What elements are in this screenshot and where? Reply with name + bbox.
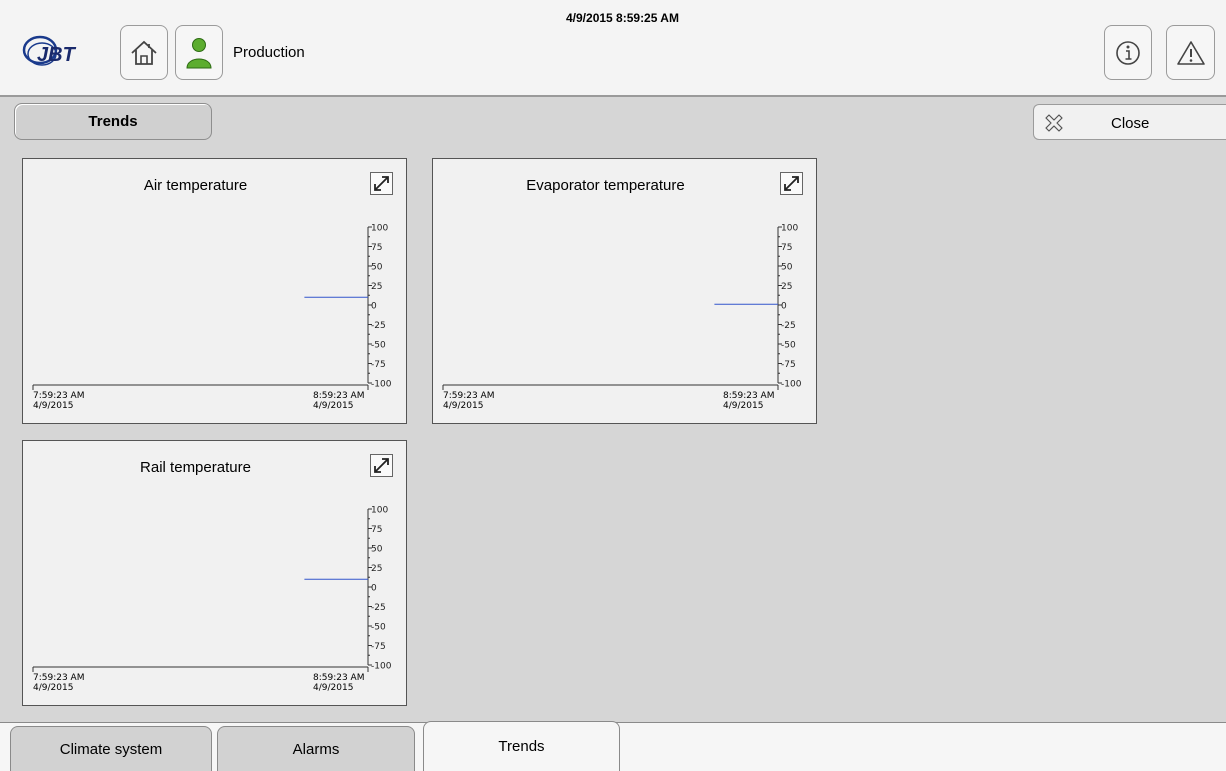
tab-label: Climate system	[59, 740, 163, 758]
section-title: Trends	[88, 113, 138, 130]
y-tick-label: 100	[781, 224, 798, 234]
user-role-label: Production	[233, 44, 305, 61]
y-tick-label: -25	[371, 321, 386, 331]
close-button[interactable]: Close	[1033, 104, 1226, 140]
x-start-label: 7:59:23 AM 4/9/2015	[33, 673, 85, 693]
section-title-chip: Trends	[14, 103, 212, 140]
tab-trends[interactable]: Trends	[423, 721, 620, 771]
y-tick-label: 50	[371, 263, 383, 273]
logo-text: JBT	[37, 44, 77, 66]
y-tick-label: -75	[781, 360, 796, 370]
current-timestamp: 4/9/2015 8:59:25 AM	[566, 11, 679, 25]
trend-panel-rail: Rail temperature 100 75 50 25 0 -25 -50 -75 -100…	[22, 440, 407, 706]
y-tick-label: 0	[371, 302, 377, 312]
close-label: Close	[1111, 115, 1150, 132]
y-tick-label: 0	[371, 584, 377, 594]
y-tick-label: 100	[371, 224, 388, 234]
x-start-label: 7:59:23 AM 4/9/2015	[443, 391, 495, 411]
y-tick-label: 0	[781, 302, 787, 312]
jbt-logo: JBT	[20, 34, 100, 72]
trend-chart: 100 75 50 25 0 -25 -50 -75 -100	[32, 506, 392, 672]
y-tick-label: -25	[371, 603, 386, 613]
y-tick-label: 75	[781, 243, 792, 253]
close-icon	[1044, 113, 1064, 138]
x-end-label: 8:59:23 AM 4/9/2015	[313, 673, 365, 693]
y-tick-label: 100	[371, 506, 388, 516]
y-tick-label: 50	[371, 545, 383, 555]
tab-alarms[interactable]: Alarms	[217, 726, 415, 771]
y-tick-label: -100	[781, 380, 802, 390]
trend-chart: 100 75 50 25 0 -25 -50 -75 -100	[32, 224, 392, 390]
warning-icon	[1175, 38, 1207, 68]
y-tick-label: 75	[371, 525, 382, 535]
home-button[interactable]	[120, 25, 168, 80]
y-tick-label: -100	[371, 380, 392, 390]
tab-label: Trends	[498, 738, 545, 755]
y-tick-label: -25	[781, 321, 796, 331]
info-button[interactable]	[1104, 25, 1152, 80]
y-tick-label: -75	[371, 642, 386, 652]
x-end-label: 8:59:23 AM 4/9/2015	[313, 391, 365, 411]
x-start-label: 7:59:23 AM 4/9/2015	[33, 391, 85, 411]
trend-chart: 100 75 50 25 0 -25 -50 -75 -100	[442, 224, 802, 390]
y-tick-label: -100	[371, 662, 392, 672]
y-tick-label: -75	[371, 360, 386, 370]
y-tick-label: -50	[371, 341, 386, 351]
y-tick-label: -50	[371, 623, 386, 633]
user-button[interactable]	[175, 25, 223, 80]
trend-panel-air: Air temperature 100 75 50 25 0 -25 -50 -75 -100 …	[22, 158, 407, 424]
trend-panel-evaporator: Evaporator temperature 100 75 50 25 0 -25 -50-…	[432, 158, 817, 424]
y-tick-label: 50	[781, 263, 793, 273]
y-tick-label: 25	[781, 282, 792, 292]
tab-label: Alarms	[292, 740, 340, 758]
x-end-label: 8:59:23 AM 4/9/2015	[723, 391, 775, 411]
home-icon	[129, 38, 159, 68]
y-tick-label: 25	[371, 564, 382, 574]
alarm-button[interactable]	[1166, 25, 1215, 80]
info-icon	[1113, 38, 1143, 68]
user-icon	[184, 36, 214, 70]
tab-climate-system[interactable]: Climate system	[10, 726, 212, 771]
y-tick-label: -50	[781, 341, 796, 351]
y-tick-label: 25	[371, 282, 382, 292]
y-tick-label: 75	[371, 243, 382, 253]
header-bar: JBT Production 4/9/2015 8:59:25 AM	[0, 0, 1226, 97]
